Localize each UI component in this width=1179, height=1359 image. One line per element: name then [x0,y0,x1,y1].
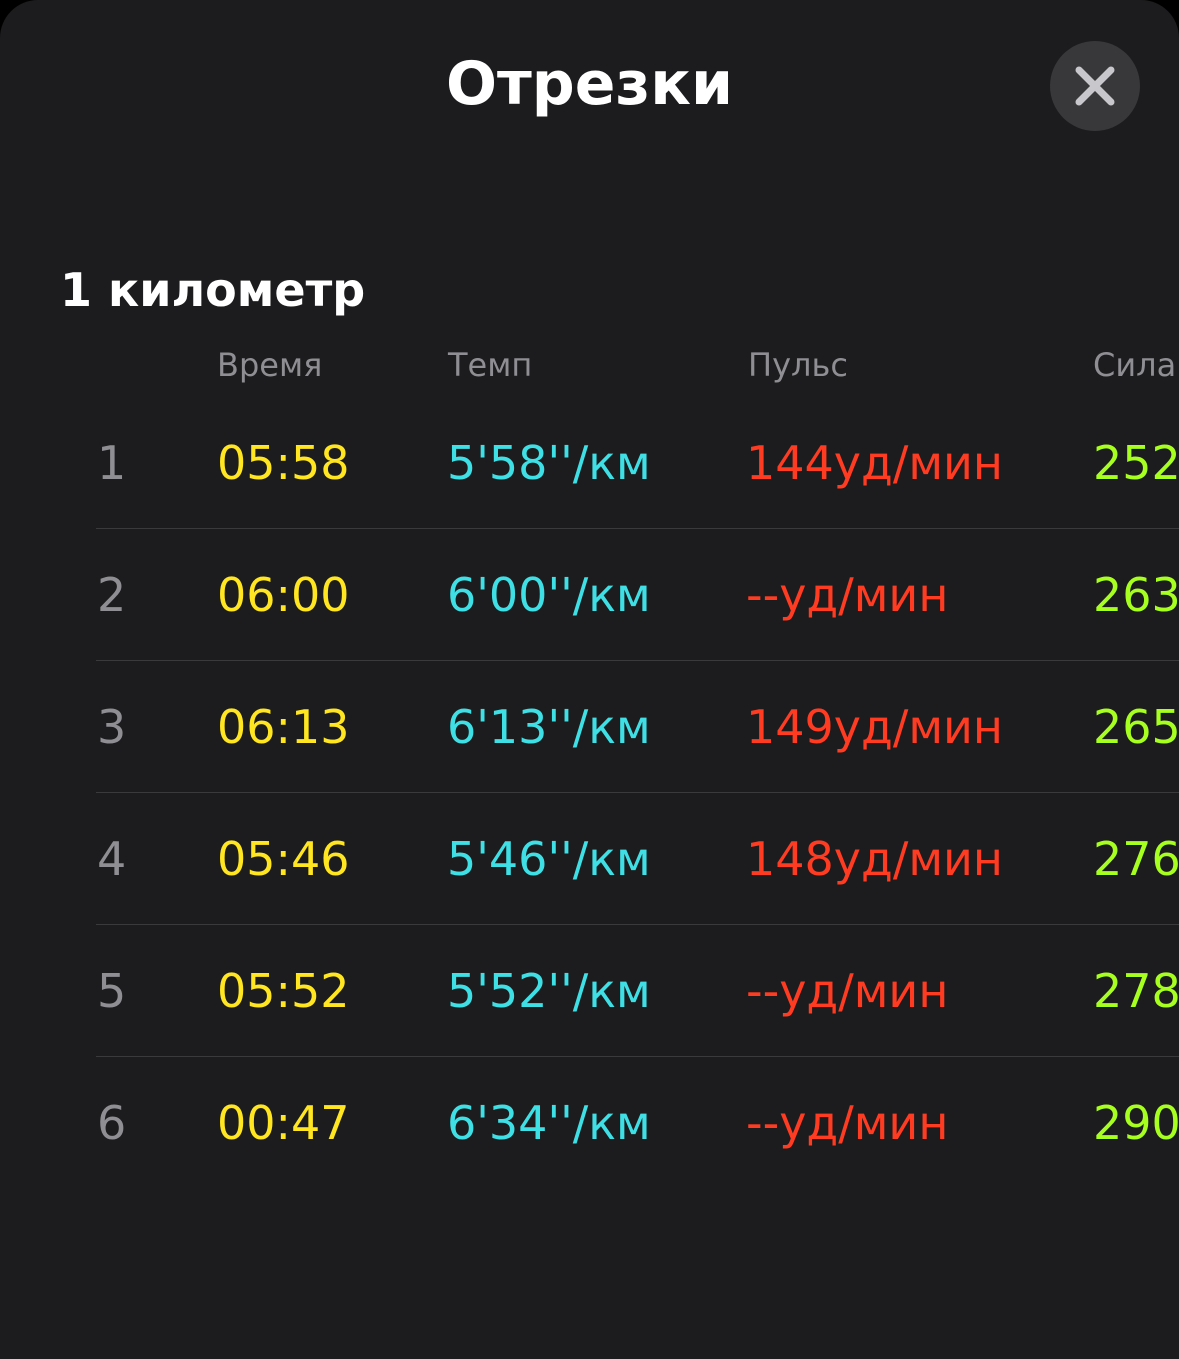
header-power: Сила [1093,346,1177,384]
split-heart-rate: 144уд/мин [746,436,1003,490]
header-time: Время [217,346,323,384]
sheet-title: Отрезки [445,49,734,119]
table-row: 6 00:47 6'34''/км --уд/мин 290 [0,1057,1179,1189]
split-time: 06:13 [217,700,350,754]
split-index: 1 [97,436,127,490]
split-pace: 6'00''/км [447,568,651,622]
split-time: 05:52 [217,964,350,1018]
split-time: 05:46 [217,832,350,886]
split-index: 3 [97,700,127,754]
split-index: 4 [97,832,127,886]
splits-sheet: Отрезки 1 километр Время Темп Пульс Сила… [0,0,1179,1359]
close-icon [1075,66,1115,106]
header-heart-rate: Пульс [748,346,848,384]
split-index: 2 [97,568,127,622]
close-button[interactable] [1050,41,1140,131]
split-power: 252 [1093,436,1179,490]
split-heart-rate: 149уд/мин [746,700,1003,754]
split-power: 263 [1093,568,1179,622]
split-heart-rate: --уд/мин [746,964,949,1018]
split-index: 6 [97,1096,127,1150]
table-header: Время Темп Пульс Сила [0,342,1179,388]
split-time: 00:47 [217,1096,350,1150]
split-power: 290 [1093,1096,1179,1150]
splits-table: 1 05:58 5'58''/км 144уд/мин 252 2 06:00 … [0,397,1179,1189]
table-row: 4 05:46 5'46''/км 148уд/мин 276 [0,793,1179,925]
table-row: 3 06:13 6'13''/км 149уд/мин 265 [0,661,1179,793]
split-heart-rate: --уд/мин [746,568,949,622]
table-row: 1 05:58 5'58''/км 144уд/мин 252 [0,397,1179,529]
split-pace: 5'46''/км [447,832,651,886]
split-pace: 6'13''/км [447,700,651,754]
split-time: 06:00 [217,568,350,622]
split-pace: 6'34''/км [447,1096,651,1150]
header-pace: Темп [448,346,533,384]
table-row: 5 05:52 5'52''/км --уд/мин 278 [0,925,1179,1057]
split-index: 5 [97,964,127,1018]
split-heart-rate: 148уд/мин [746,832,1003,886]
split-power: 278 [1093,964,1179,1018]
split-time: 05:58 [217,436,350,490]
split-pace: 5'52''/км [447,964,651,1018]
section-title: 1 километр [60,263,366,317]
split-pace: 5'58''/км [447,436,651,490]
split-power: 276 [1093,832,1179,886]
split-heart-rate: --уд/мин [746,1096,949,1150]
table-row: 2 06:00 6'00''/км --уд/мин 263 [0,529,1179,661]
split-power: 265 [1093,700,1179,754]
